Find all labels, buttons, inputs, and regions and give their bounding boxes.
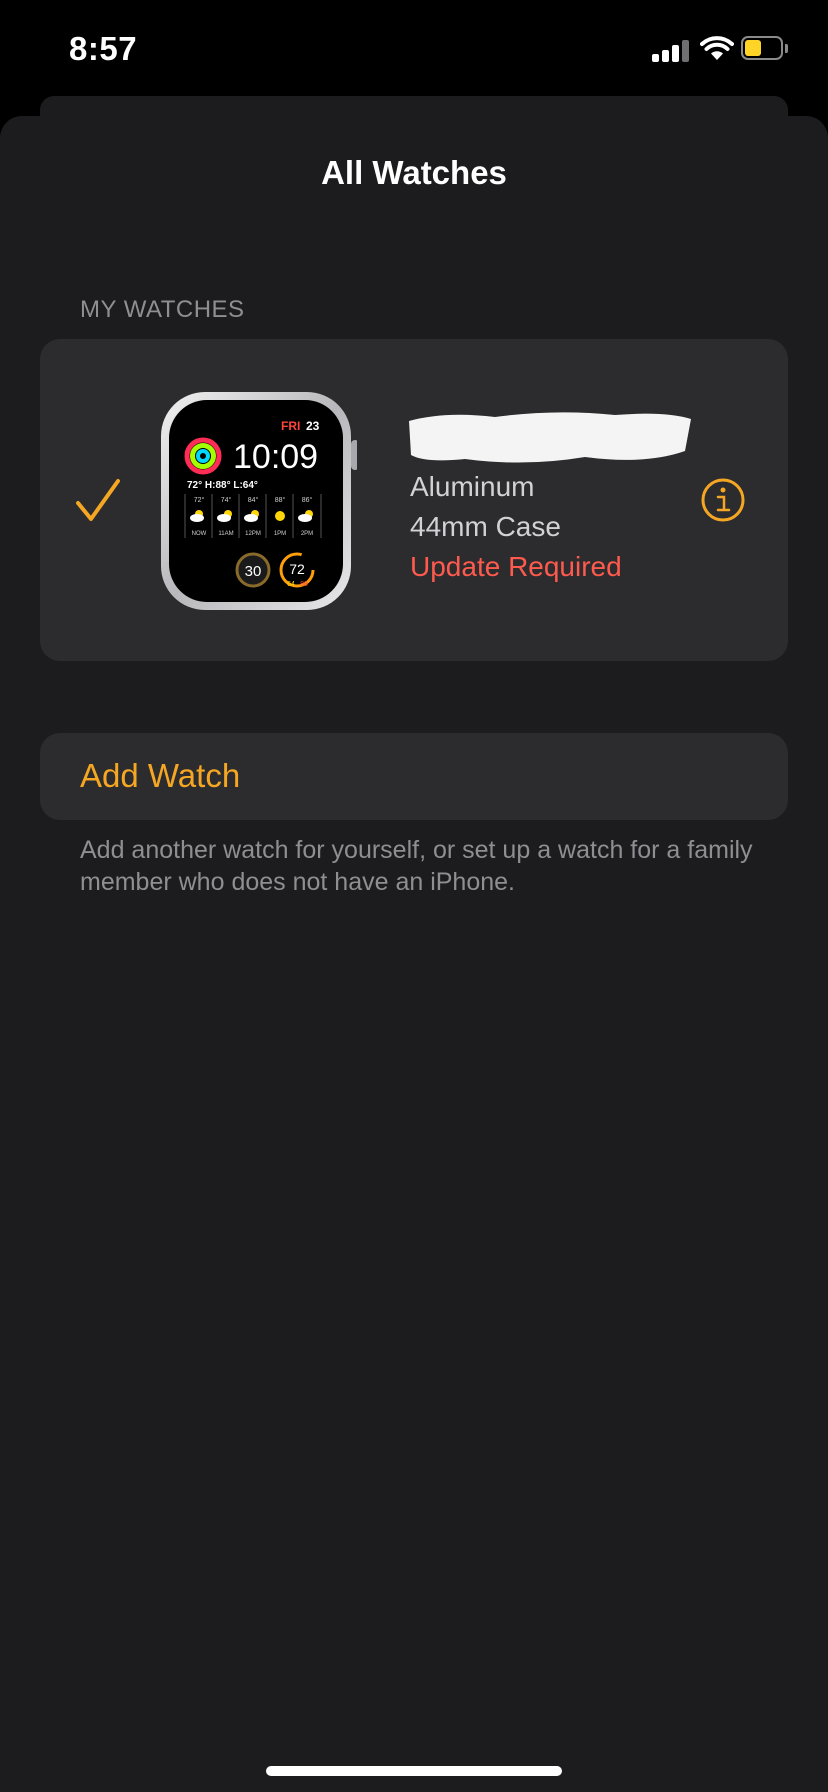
watch-face-time: 10:09 (233, 438, 318, 476)
watch-material: Aluminum (410, 471, 535, 502)
battery-level-fill (745, 40, 761, 56)
watch-face-temp: 72 (289, 561, 305, 577)
forecast-label: 1PM (274, 531, 286, 537)
forecast-label: 12PM (245, 531, 261, 537)
watch-face-temp-high: 88 (300, 581, 308, 588)
watch-image: FRI 23 10:09 72° H:88° L:64° 72° NOW 74° (161, 392, 357, 610)
my-watches-header: MY WATCHES (80, 296, 245, 323)
checkmark-icon (76, 479, 120, 521)
add-watch-label: Add Watch (80, 757, 241, 794)
watch-update-status: Update Required (410, 551, 622, 582)
all-watches-sheet: All Watches MY WATCHES FRI 23 10:09 72° … (0, 116, 828, 1792)
watch-face-date: 23 (306, 419, 320, 433)
watch-face-day: FRI (281, 419, 300, 433)
status-bar: 8:57 (0, 0, 828, 100)
add-watch-description: Add another watch for yourself, or set u… (80, 836, 753, 896)
forecast-temp: 84° (248, 496, 259, 504)
home-indicator[interactable] (266, 1766, 562, 1776)
forecast-temp: 88° (275, 496, 286, 504)
forecast-temp: 86° (302, 496, 313, 504)
forecast-label: NOW (192, 531, 207, 537)
status-time: 8:57 (69, 30, 138, 67)
forecast-temp: 72° (194, 496, 205, 504)
cellular-signal-icon (652, 38, 690, 62)
watch-face-weather: 72° H:88° L:64° (187, 480, 258, 491)
wifi-icon (700, 36, 734, 60)
battery-icon (741, 36, 789, 62)
add-watch-button[interactable]: Add Watch (40, 733, 788, 820)
forecast-temp: 74° (221, 496, 232, 504)
forecast-label: 11AM (218, 531, 233, 537)
forecast-label: 2PM (301, 531, 313, 537)
watch-face-timer: 30 (245, 563, 262, 580)
sheet-title: All Watches (321, 154, 507, 191)
watch-case-size: 44mm Case (410, 511, 561, 542)
watch-card[interactable]: FRI 23 10:09 72° H:88° L:64° 72° NOW 74° (40, 339, 788, 661)
watch-details: Aluminum 44mm Case Update Required (410, 467, 622, 587)
info-icon[interactable] (700, 477, 746, 523)
watch-name-redacted (409, 412, 691, 463)
watch-face-temp-low: 64 (287, 581, 295, 588)
